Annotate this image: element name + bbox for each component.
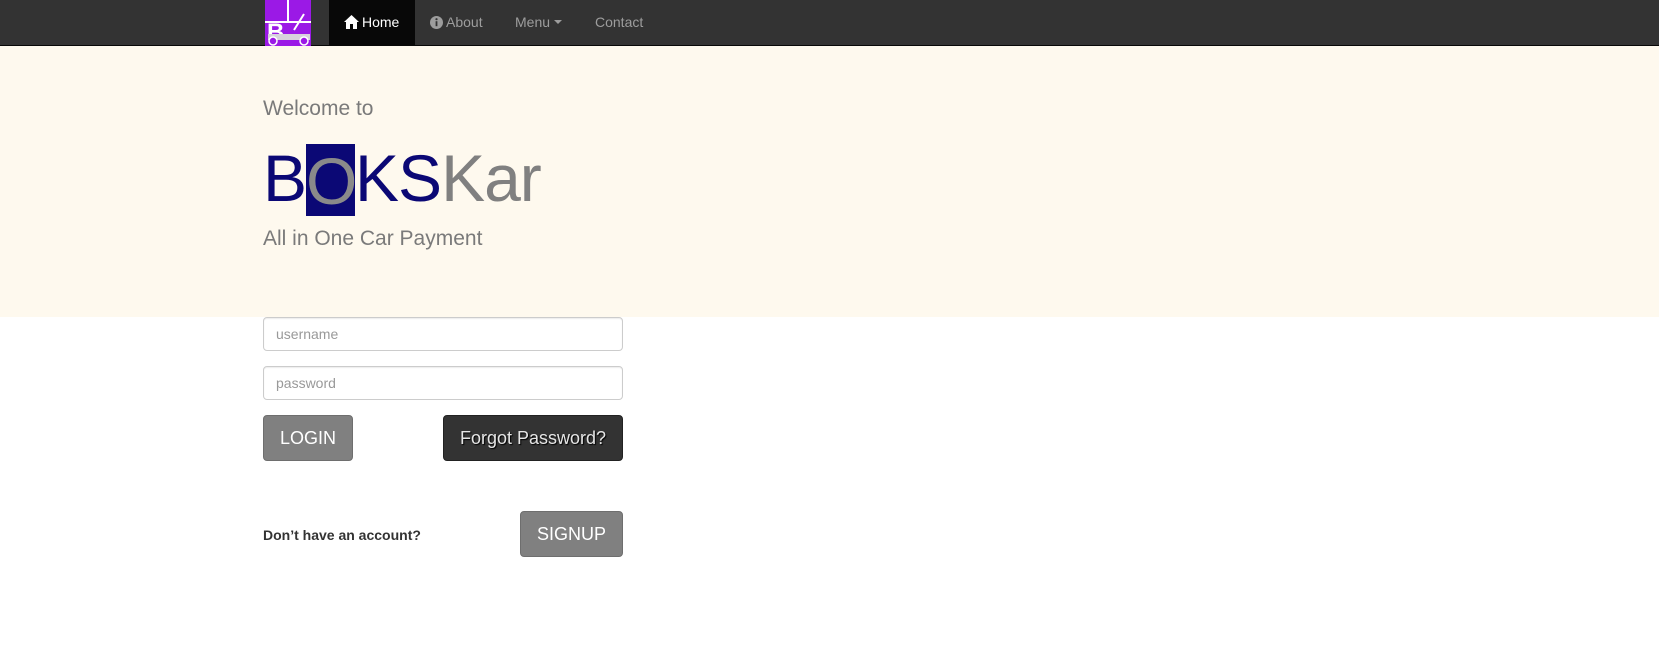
wordmark-part-1: B <box>263 141 307 215</box>
welcome-text: Welcome to <box>263 97 374 120</box>
brand-logo[interactable]: B <box>264 0 312 46</box>
username-input[interactable] <box>263 317 623 351</box>
hero-banner <box>0 46 1659 317</box>
forgot-password-button[interactable]: Forgot Password? <box>443 415 623 461</box>
home-icon <box>344 15 359 29</box>
login-button[interactable]: LOGIN <box>263 415 353 461</box>
tagline: All in One Car Payment <box>263 227 483 250</box>
nav-menu-label: Menu <box>515 14 551 30</box>
caret-down-icon <box>554 20 563 24</box>
nav-about-label: About <box>446 14 483 30</box>
wordmark-boxed-letter: O <box>306 144 357 218</box>
nav-menu-dropdown[interactable]: Menu <box>515 0 563 46</box>
wordmark-part-4: Kar <box>441 141 542 215</box>
nav-about[interactable]: About <box>430 0 483 46</box>
password-input[interactable] <box>263 366 623 400</box>
info-icon <box>430 16 443 29</box>
no-account-text: Don’t have an account? <box>263 527 421 543</box>
nav-home[interactable]: Home <box>329 0 415 46</box>
top-navbar: B Home About Menu Contact <box>0 0 1659 46</box>
wordmark-part-3: KS <box>355 141 442 215</box>
nav-contact[interactable]: Contact <box>595 0 643 46</box>
nav-home-label: Home <box>362 14 400 30</box>
brand-wordmark: BOKSKar <box>263 140 542 218</box>
nav-contact-label: Contact <box>595 14 644 30</box>
signup-button[interactable]: SIGNUP <box>520 511 623 557</box>
